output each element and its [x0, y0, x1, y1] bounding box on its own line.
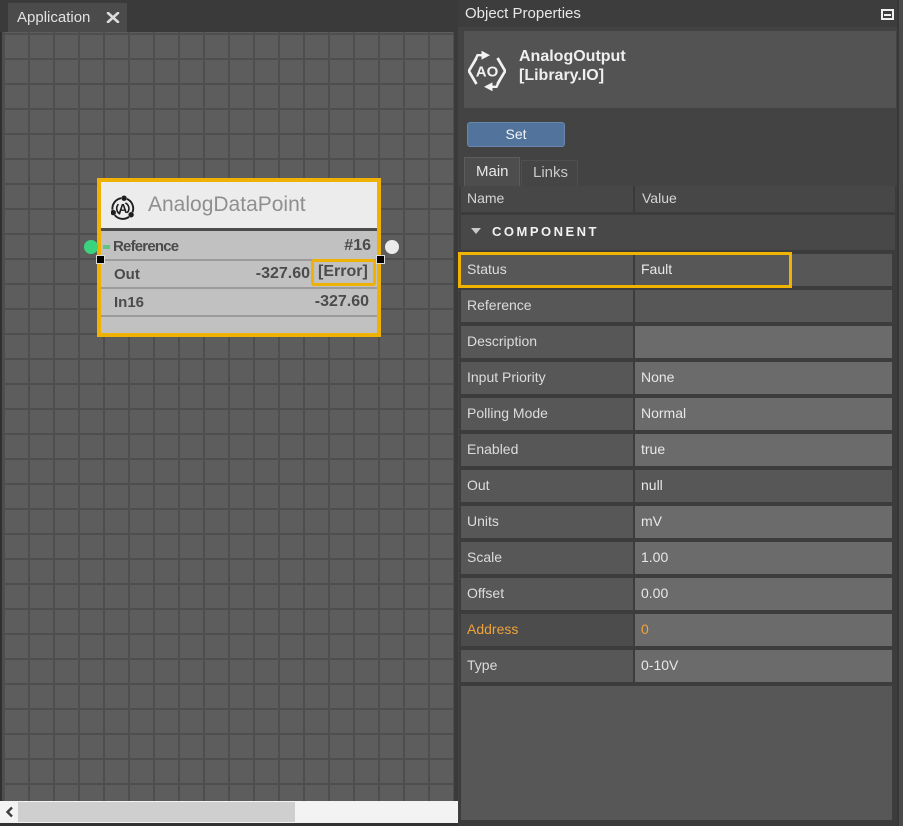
svg-text:A: A [118, 202, 127, 216]
svg-text:AO: AO [476, 64, 499, 81]
